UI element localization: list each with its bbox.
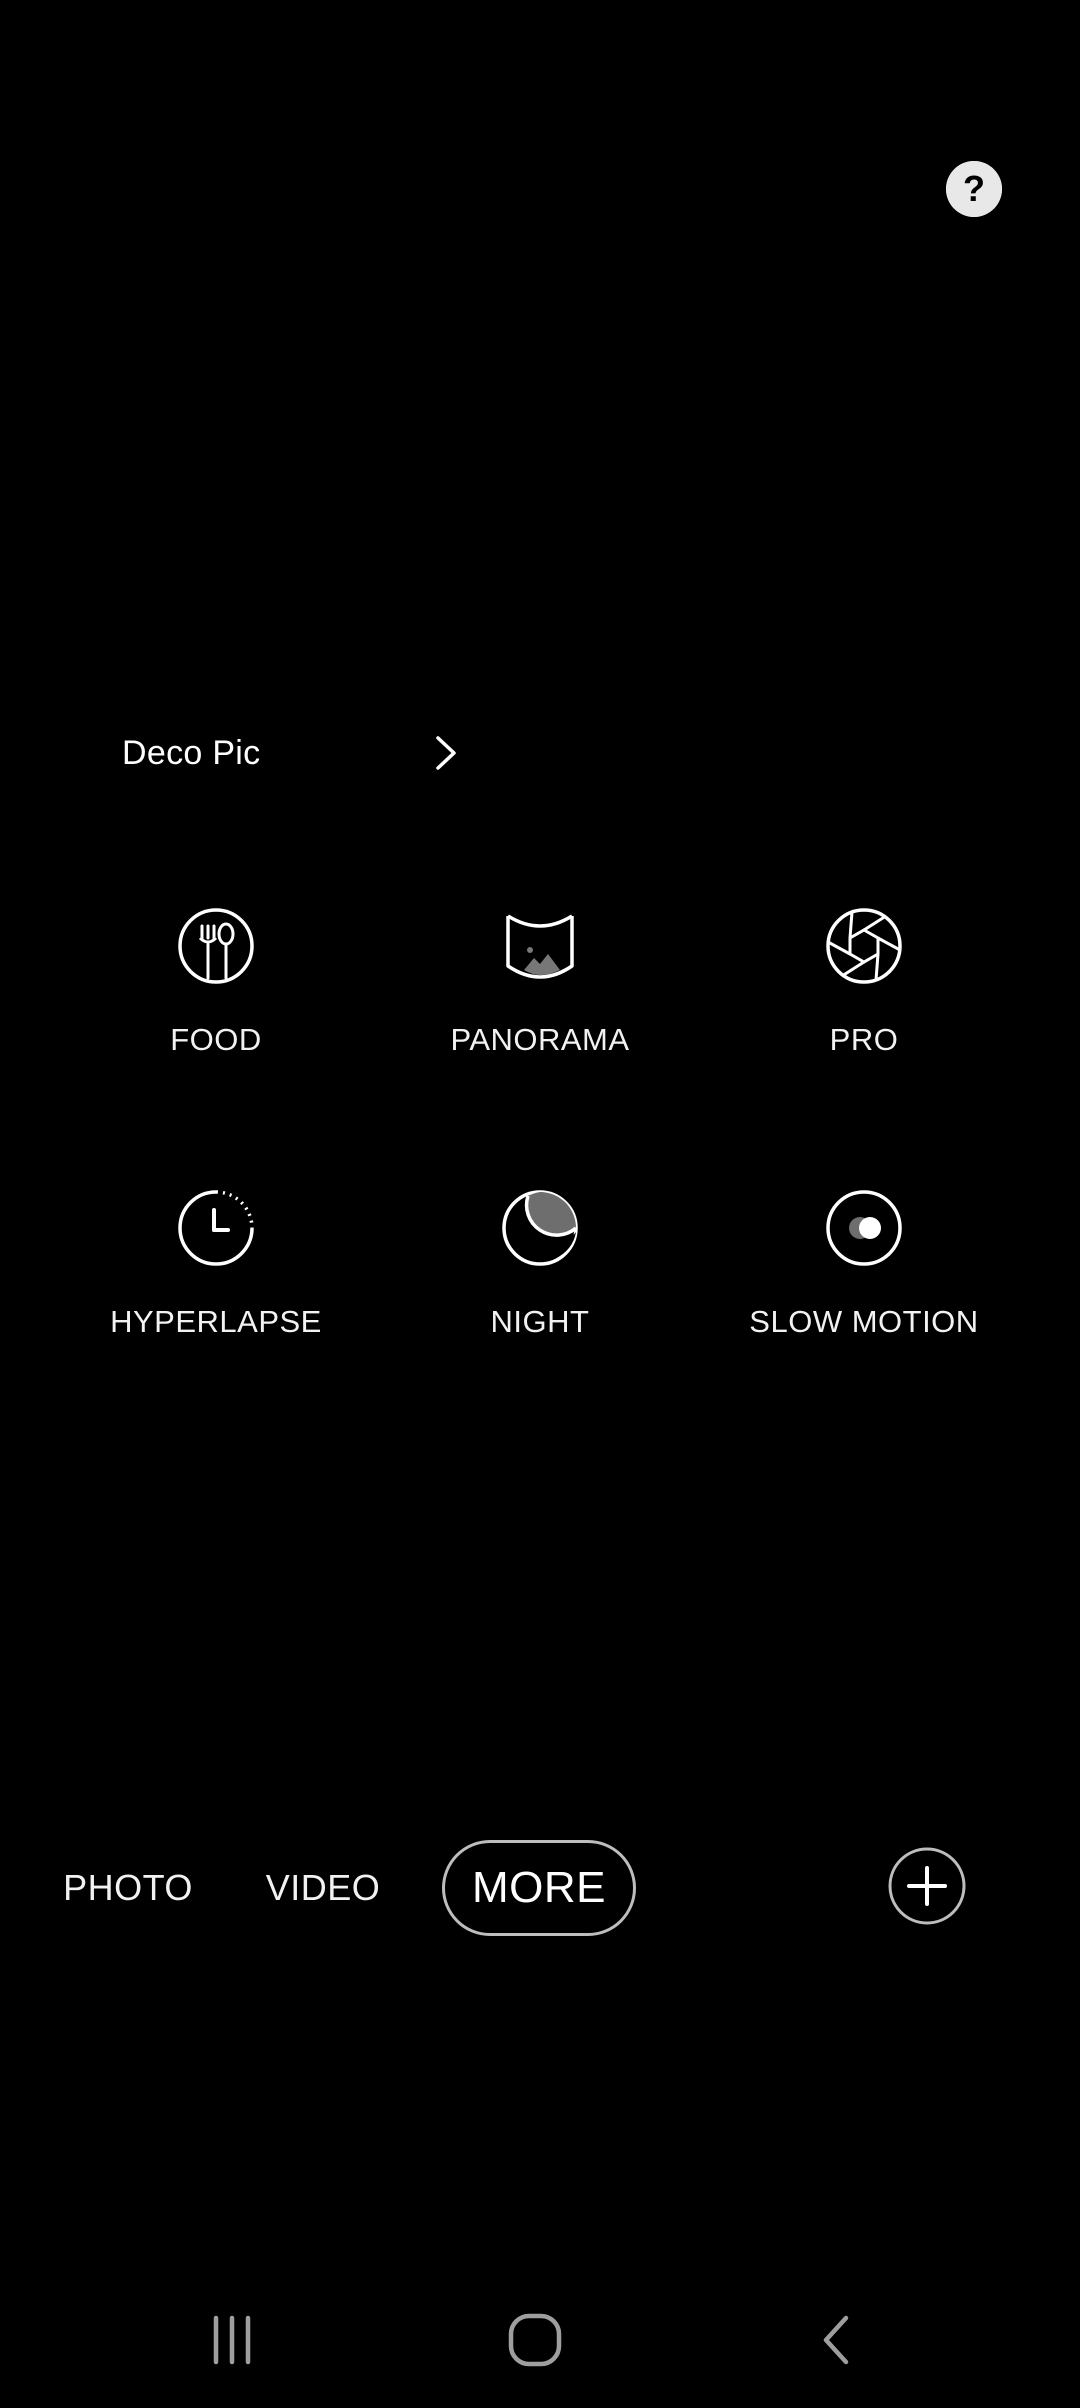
mode-label: FOOD bbox=[170, 1022, 262, 1057]
moon-icon bbox=[502, 1190, 578, 1266]
food-fork-spoon-icon bbox=[178, 908, 254, 984]
camera-more-modes-screen: ? Deco Pic FOOD PANORAMA PRO HYPERLAPSE … bbox=[0, 0, 1080, 2408]
tab-photo[interactable]: PHOTO bbox=[40, 1840, 216, 1936]
deco-pic-label: Deco Pic bbox=[122, 733, 261, 772]
mode-label: HYPERLAPSE bbox=[110, 1304, 322, 1339]
mode-pro[interactable]: PRO bbox=[702, 906, 1026, 1096]
back-icon bbox=[823, 2315, 849, 2365]
mode-label: SLOW MOTION bbox=[749, 1304, 979, 1339]
mode-panorama[interactable]: PANORAMA bbox=[378, 906, 702, 1096]
tab-more[interactable]: MORE bbox=[442, 1840, 636, 1936]
mode-slow-motion[interactable]: SLOW MOTION bbox=[702, 1188, 1026, 1378]
help-circle-icon: ? bbox=[946, 161, 1002, 217]
slow-motion-icon bbox=[826, 1190, 902, 1266]
back-button[interactable] bbox=[778, 2290, 898, 2390]
home-button[interactable] bbox=[475, 2290, 595, 2390]
chevron-right-icon bbox=[436, 736, 456, 770]
hyperlapse-clock-icon bbox=[178, 1190, 254, 1266]
mode-label: PRO bbox=[829, 1022, 899, 1057]
mode-label: NIGHT bbox=[490, 1304, 590, 1339]
aperture-icon bbox=[826, 908, 902, 984]
help-glyph: ? bbox=[963, 168, 985, 209]
plus-circle-icon[interactable] bbox=[887, 1846, 967, 1926]
mode-food[interactable]: FOOD bbox=[54, 906, 378, 1096]
deco-pic-row[interactable]: Deco Pic bbox=[122, 720, 462, 786]
home-icon bbox=[508, 2313, 562, 2367]
camera-mode-bar: PHOTO VIDEO MORE bbox=[0, 1840, 1080, 1940]
recents-icon bbox=[213, 2315, 251, 2365]
system-nav-bar bbox=[0, 2290, 1080, 2390]
mode-hyperlapse[interactable]: HYPERLAPSE bbox=[54, 1188, 378, 1378]
tab-video[interactable]: VIDEO bbox=[236, 1840, 410, 1936]
recents-button[interactable] bbox=[172, 2290, 292, 2390]
panorama-icon bbox=[506, 914, 574, 979]
help-button[interactable]: ? bbox=[946, 161, 1002, 217]
mode-night[interactable]: NIGHT bbox=[378, 1188, 702, 1378]
mode-label: PANORAMA bbox=[450, 1022, 630, 1057]
